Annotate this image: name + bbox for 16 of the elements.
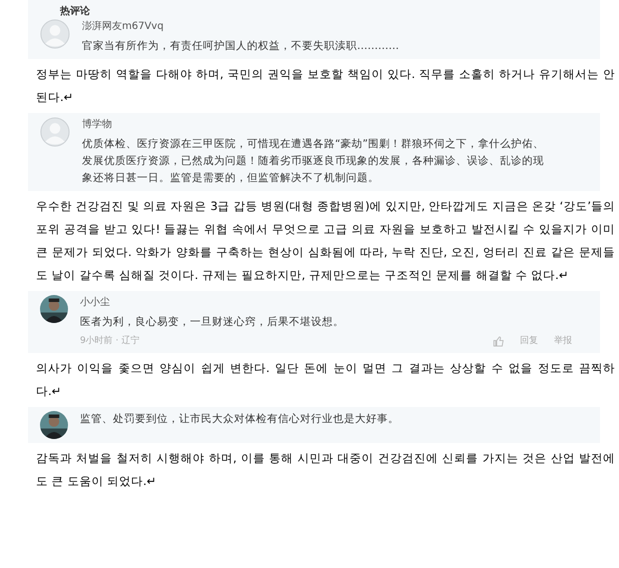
comment-text: 官家当有所作为，有责任呵护国人的权益，不要失职渎职………… [82, 39, 400, 54]
translation-paragraph: 의사가 이익을 좇으면 양심이 쉽게 변한다. 일단 돈에 눈이 멀면 그 결과는 상상할 수 없을 정도로 끔찍하다.↵ [36, 360, 615, 400]
comment-text: 优质体检、医疗资源在三甲医院，可惜现在遭遇各路“豪劫”围剿！群狼环伺之下，拿什么护佑、发展优质医疗资源，已然成为问题！随着劣币驱逐良币现象的发展，各种漏诊、误诊、乱诊的现象还将日甚一日。监管是需要的，但监管解决不了机制问题。 [82, 137, 545, 186]
avatar-icon [40, 19, 70, 49]
avatar-icon [40, 117, 70, 147]
translation-paragraph: 정부는 마땅히 역할을 다해야 하며, 국민의 권익을 보호할 책임이 있다. 직무를 소홀히 하거나 유기해서는 안 된다.↵ [36, 66, 615, 106]
section-heading: 热评论 [59, 4, 91, 19]
comment-text: 监管、处罚要到位，让市民大众对体检有信心对行业也是大好事。 [80, 412, 400, 426]
username[interactable]: 澎湃网友m67Vvq [82, 19, 588, 34]
username[interactable]: 博学物 [82, 117, 588, 132]
comment-meta: 9小时前 · 辽宁 [80, 335, 140, 348]
translation-paragraph: 감독과 처벌을 철저히 시행해야 하며, 이를 통해 시민과 대중이 건강검진에 신뢰를 가지는 것은 산업 발전에도 큰 도움이 되었다.↵ [36, 450, 615, 490]
thumbs-up-icon[interactable] [493, 336, 504, 348]
translation-paragraph: 우수한 건강검진 및 의료 자원은 3급 갑등 병원(대형 종합병원)에 있지만, 안타깝게도 지금은 온갖 ‘강도’들의 포위 공격을 받고 있다! 들끓는 위협 속에서 무엇으로 고급 의료 자원을 보호하고 발전시킬 수 있을지가 이미 큰 문제가 되었다. 악화가 양화를 구축하는 현상이 심화됨에 따라, 누락 진단, 오진, 엉터리 진료 같은 문제들도 날이 갈수록 심해질 것이다. 규제는 필요하지만, 규제만으로는 구조적인 문제를 해결할 수 없다.↵ [36, 198, 615, 284]
username[interactable]: 小小尘 [80, 295, 588, 310]
comment-text: 医者为利，良心易变，一旦财迷心窍，后果不堪设想。 [80, 315, 345, 330]
